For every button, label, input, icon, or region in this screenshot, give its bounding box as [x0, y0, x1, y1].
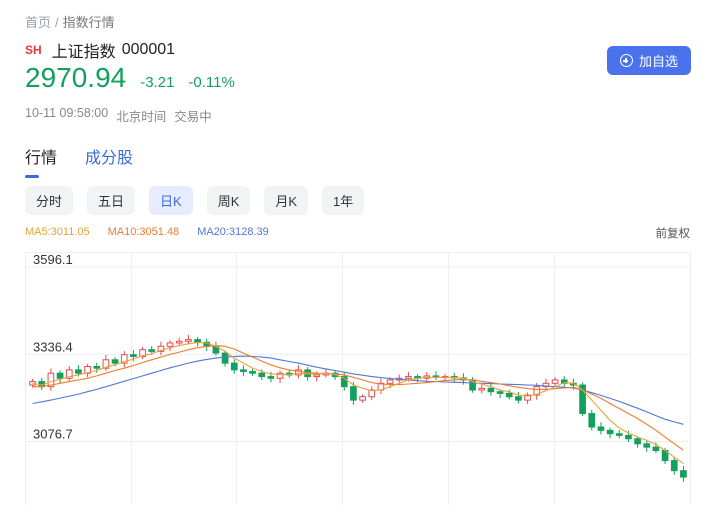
candle-up — [185, 339, 192, 342]
candle-up — [551, 379, 559, 384]
candle-down — [194, 339, 201, 343]
candle-down — [249, 371, 256, 374]
candle-up — [175, 340, 183, 344]
kline-chart[interactable]: 3596.1 3336.4 3076.7 — [25, 252, 691, 505]
quote-time-row: 10-11 09:58:00 北京时间 交易中 — [25, 106, 212, 125]
candle-down — [148, 349, 156, 352]
candle-down — [350, 386, 357, 401]
candle-down — [680, 470, 687, 478]
candle-down — [130, 354, 137, 357]
candle-down — [634, 438, 641, 445]
candle-down — [515, 396, 522, 401]
kline-chart-svg: 3596.1 3336.4 3076.7 — [25, 252, 691, 505]
period-weekly-k-button[interactable]: 周K — [206, 186, 251, 215]
quote-datetime: 10-11 09:58:00 — [25, 106, 109, 120]
candle-down — [606, 429, 614, 435]
period-1year-button[interactable]: 1年 — [322, 186, 365, 215]
breadcrumb: 首页 / 指数行情 — [25, 12, 115, 31]
y-axis-tick-label: 3076.7 — [33, 427, 73, 442]
candle-down — [670, 460, 678, 472]
price-row: 2970.94 -3.21 -0.11% — [25, 62, 249, 94]
plus-circle-icon — [619, 54, 633, 67]
tab-bar: 行情 成分股 — [25, 144, 133, 178]
y-axis-tick-label: 3596.1 — [33, 252, 73, 267]
ma20-legend: MA20:3128.39 — [197, 226, 269, 238]
price-change: -3.21 — [140, 74, 175, 91]
candle-up — [359, 396, 366, 401]
candle-down — [652, 446, 660, 452]
breadcrumb-current: 指数行情 — [62, 15, 115, 30]
candle-down — [258, 372, 266, 378]
price-change-percent: -0.11% — [188, 74, 235, 91]
period-selector: 分时 五日 日K 周K 月K 1年 — [25, 186, 365, 215]
period-monthly-k-button[interactable]: 月K — [264, 186, 309, 215]
candle-down — [496, 391, 504, 394]
candle-down — [505, 392, 513, 398]
ma5-legend: MA5:3011.05 — [25, 226, 90, 238]
candle-down — [267, 376, 275, 379]
candle-down — [588, 413, 596, 428]
breadcrumb-home-link[interactable]: 首页 — [25, 15, 51, 30]
candle-up — [405, 376, 412, 379]
y-axis-tick-label: 3336.4 — [33, 339, 73, 354]
ma-legend: MA5:3011.05 MA10:3051.48 MA20:3128.39 — [25, 226, 269, 238]
candle-down — [56, 372, 64, 379]
breadcrumb-separator: / — [55, 15, 59, 30]
add-watchlist-label: 加自选 — [638, 54, 678, 69]
candle-down — [240, 369, 247, 373]
period-intraday-button[interactable]: 分时 — [25, 186, 74, 215]
candle-down — [643, 443, 651, 448]
ma10-legend: MA10:3051.48 — [107, 226, 180, 238]
candle-down — [111, 359, 119, 364]
add-watchlist-button[interactable]: 加自选 — [607, 46, 691, 75]
candle-up — [386, 379, 394, 384]
stock-code: 000001 — [121, 41, 176, 58]
trading-status: 交易中 — [174, 110, 212, 124]
candle-down — [625, 434, 632, 440]
market-badge: SH — [25, 43, 42, 57]
candle-down — [75, 369, 82, 374]
period-daily-k-button[interactable]: 日K — [149, 186, 193, 215]
candle-down — [615, 433, 623, 436]
candle-down — [93, 366, 101, 369]
candle-up — [478, 387, 486, 391]
tab-constituents[interactable]: 成分股 — [85, 144, 133, 178]
stock-name: 上证指数 — [51, 44, 116, 61]
candle-down — [597, 426, 605, 431]
tab-quote[interactable]: 行情 — [25, 144, 57, 178]
quote-timezone: 北京时间 — [116, 110, 167, 124]
price-adjust-toggle[interactable]: 前复权 — [656, 225, 691, 241]
stock-title-row: SH 上证指数 000001 — [25, 38, 175, 62]
candle-down — [230, 362, 238, 371]
candle-down — [487, 387, 495, 393]
candle-up — [166, 342, 174, 347]
current-price: 2970.94 — [25, 62, 127, 93]
period-5day-button[interactable]: 五日 — [87, 186, 136, 215]
candle-up — [313, 374, 321, 378]
candle-down — [221, 352, 229, 364]
